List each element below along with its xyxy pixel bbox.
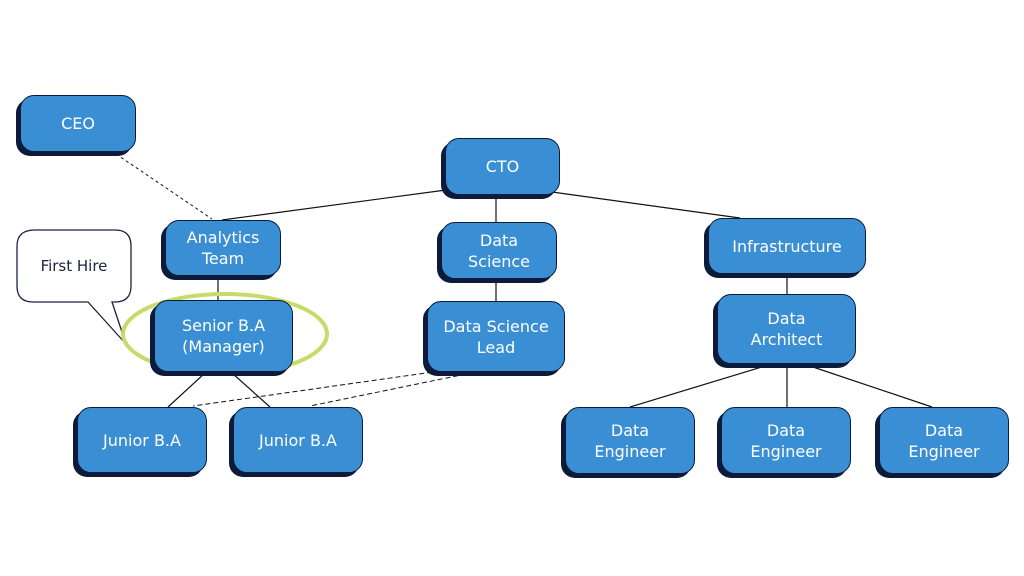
node-label: Data Engineer [908,420,980,461]
node-label: Junior B.A [103,430,181,450]
first-hire-callout: First Hire [17,230,131,302]
edge-cto-analytics [221,189,447,221]
node-ceo[interactable]: CEO [20,95,136,152]
node-junior-ba-1[interactable]: Junior B.A [77,407,207,473]
node-label: Infrastructure [732,236,842,256]
edge-senior-junior1 [167,372,206,408]
node-label: Data Engineer [750,420,822,461]
org-chart-canvas: First Hire CEO CTO Analytics Team Data S… [0,0,1024,576]
edge-dslead-junior1 [192,370,441,407]
node-cto[interactable]: CTO [445,138,560,195]
connectors-layer [16,153,933,408]
node-data-architect[interactable]: Data Architect [717,294,856,364]
node-label: CEO [61,114,95,133]
node-label: CTO [485,157,520,176]
node-label: Data Engineer [594,420,666,461]
node-label: Analytics Team [186,228,260,268]
node-label: Data Science [467,230,531,271]
node-data-science[interactable]: Data Science [441,222,557,279]
node-label: Senior B.A (Manager) [181,316,266,356]
node-junior-ba-2[interactable]: Junior B.A [233,407,363,473]
node-data-science-lead[interactable]: Data Science Lead [427,301,565,372]
callout-label: First Hire [40,257,108,275]
node-data-engineer-3[interactable]: Data Engineer [879,407,1009,474]
node-infrastructure[interactable]: Infrastructure [708,218,866,274]
node-data-engineer-2[interactable]: Data Engineer [721,407,851,474]
edge-architect-engineer1 [629,365,766,408]
edge-senior-junior2 [231,372,271,408]
node-senior-ba[interactable]: Senior B.A (Manager) [154,300,293,372]
node-label: Junior B.A [259,430,337,450]
edge-cto-infrastructure [551,191,741,219]
node-label: Data Architect [750,309,823,349]
node-analytics-team[interactable]: Analytics Team [165,220,281,276]
node-data-engineer-1[interactable]: Data Engineer [565,407,695,474]
edge-ceo-analytics [115,153,213,220]
node-label: Data Science Lead [443,316,549,357]
edge-architect-engineer3 [809,365,933,408]
